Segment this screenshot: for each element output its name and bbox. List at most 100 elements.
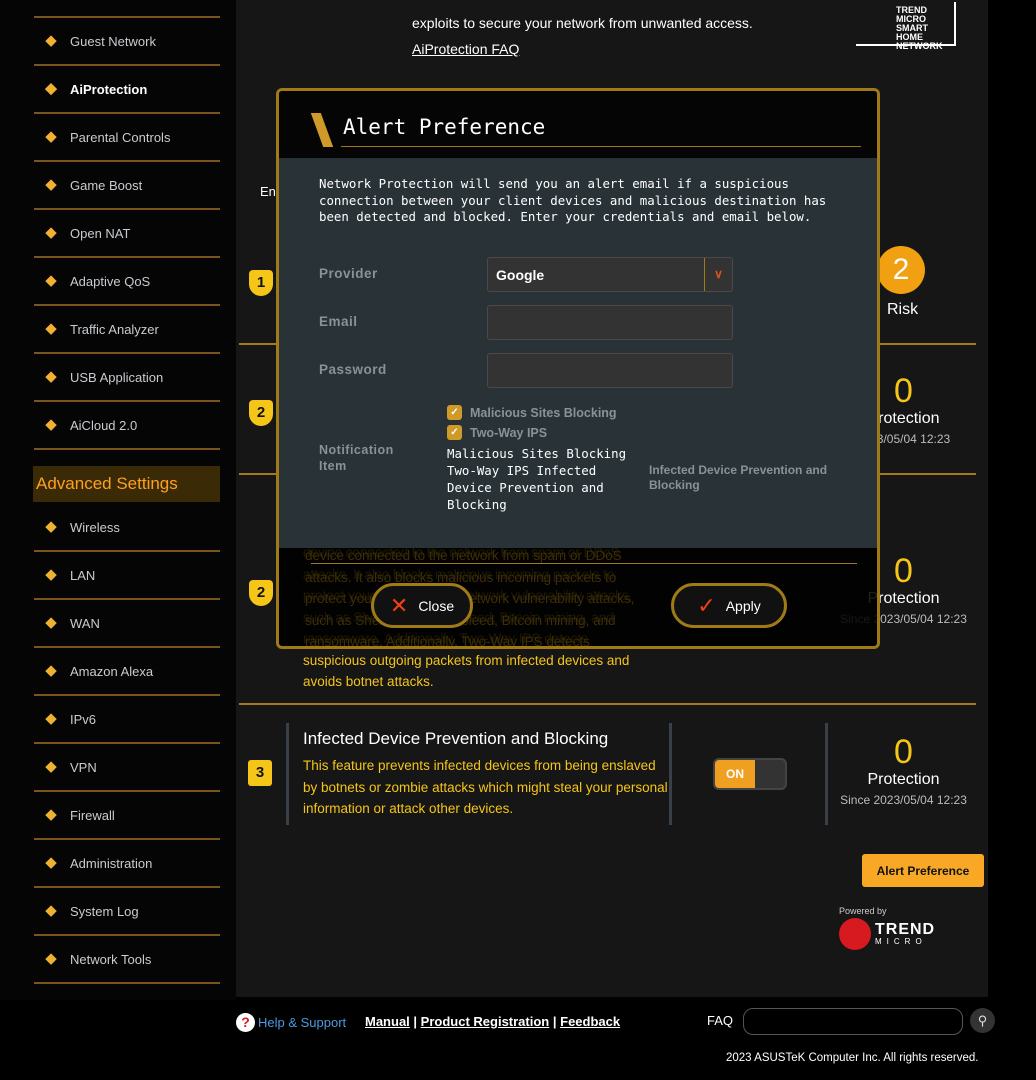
divider — [341, 146, 861, 147]
lan-icon: ◆ — [45, 566, 57, 583]
infected-device-toggle[interactable]: ON — [713, 758, 787, 790]
divider — [669, 723, 672, 825]
help-support-link[interactable]: ? Help & Support — [236, 1013, 346, 1032]
sidebar-item-label: WAN — [70, 615, 100, 631]
sidebar-item-traffic-analyzer[interactable]: ◆ Traffic Analyzer — [34, 306, 220, 354]
trend-smart-home-logo: TREND MICRO SMART HOME NETWORK — [856, 2, 956, 51]
footer-links: Manual | Product Registration | Feedback — [365, 1014, 621, 1029]
sidebar-item-label: Wireless — [70, 519, 120, 535]
sidebar-item-label: IPv6 — [70, 711, 97, 727]
password-label: Password — [319, 362, 387, 377]
risk-count: 2 — [877, 246, 925, 294]
checkbox-checked-icon: ✓ — [447, 405, 462, 420]
sidebar-item-vpn[interactable]: ◆ VPN — [34, 744, 220, 792]
dialog-header: Alert Preference — [279, 91, 877, 158]
stat-count: 0 — [894, 733, 913, 771]
sidebar-item-firewall[interactable]: ◆ Firewall — [34, 792, 220, 840]
gear-icon: ◆ — [45, 854, 57, 871]
checkbox-label: Two-Way IPS — [470, 425, 548, 440]
divider — [239, 703, 976, 705]
checkbox-two-way-ips[interactable]: ✓ Two-Way IPS — [447, 425, 547, 440]
background-line: ransomware. Additionally, Two-Way IPS de… — [305, 634, 590, 649]
sidebar-item-label: Network Tools — [70, 951, 152, 967]
password-field[interactable] — [487, 353, 733, 388]
manual-link[interactable]: Manual — [365, 1014, 410, 1029]
dialog-body: Network Protection will send you an aler… — [279, 158, 877, 548]
log-icon: ◆ — [45, 902, 57, 919]
sidebar-item-wireless[interactable]: ◆ Wireless — [34, 504, 220, 552]
sidebar-item-label: VPN — [70, 759, 97, 775]
provider-label: Provider — [319, 266, 378, 281]
sidebar-item-system-log[interactable]: ◆ System Log — [34, 888, 220, 936]
chevron-down-icon: ∨ — [704, 258, 732, 291]
sidebar-item-guest-network[interactable]: ◆ Guest Network — [34, 18, 220, 66]
wifi-icon: ◆ — [45, 518, 57, 535]
alert-preference-dialog: device connected to the network from spa… — [276, 88, 880, 649]
email-label: Email — [319, 314, 358, 329]
dialog-title: Alert Preference — [343, 115, 546, 139]
risk-label: Risk — [887, 301, 919, 318]
sidebar-item-label: AiMesh — [70, 0, 113, 1]
aiprotection-faq-link[interactable]: AiProtection FAQ — [412, 41, 519, 57]
sidebar-item-aiprotection[interactable]: ◆ AiProtection — [34, 66, 220, 114]
step-badge: 3 — [248, 760, 272, 786]
sidebar-item-label: Game Boost — [70, 177, 143, 193]
sidebar-item-label: AiCloud 2.0 — [70, 417, 138, 433]
provider-value: Google — [496, 266, 545, 283]
trend-micro-logo: TREND MICRO — [839, 918, 935, 950]
sidebar-item-label: Adaptive QoS — [70, 273, 151, 289]
background-line: attacks. It also blocks malicious incomi… — [305, 569, 617, 585]
shield-lock-icon: ◆ — [45, 80, 57, 97]
sidebar-item-adaptive-qos[interactable]: ◆ Adaptive QoS — [34, 258, 220, 306]
close-icon: ✕ — [389, 592, 409, 618]
sidebar-item-wan[interactable]: ◆ WAN — [34, 600, 220, 648]
step-badge: 1 — [249, 270, 273, 296]
fire-icon: ◆ — [45, 806, 57, 823]
close-button[interactable]: ✕ Close — [371, 583, 473, 628]
sidebar-item-aicloud-2-0[interactable]: ◆ AiCloud 2.0 — [34, 402, 220, 450]
sidebar-item-label: Firewall — [70, 807, 115, 823]
sidebar-item-administration[interactable]: ◆ Administration — [34, 840, 220, 888]
help-icon: ? — [236, 1013, 255, 1032]
sidebar-item-ipv6[interactable]: ◆ IPv6 — [34, 696, 220, 744]
checkbox-malicious-sites[interactable]: ✓ Malicious Sites Blocking — [447, 405, 617, 420]
description-line: avoids botnet attacks. — [303, 674, 434, 689]
check-icon: ✓ — [697, 592, 716, 618]
dialog-description: Network Protection will send you an aler… — [319, 176, 827, 224]
sidebar-item-label: Parental Controls — [70, 129, 171, 145]
alert-preference-button[interactable]: Alert Preference — [862, 854, 984, 887]
feature-description: This feature prevents infected devices f… — [303, 758, 668, 816]
stat-since: Since 2023/05/04 12:23 — [840, 793, 967, 807]
cloud-icon: ◆ — [45, 416, 57, 433]
provider-select[interactable]: Google ∨ — [487, 257, 733, 292]
tools-gear-icon: ◆ — [45, 950, 57, 967]
close-label: Close — [418, 597, 455, 614]
sidebar-item-label: Administration — [70, 855, 153, 871]
faq-search-input[interactable] — [743, 1008, 963, 1035]
sidebar-item-network-tools[interactable]: ◆ Network Tools — [34, 936, 220, 984]
intro-text: exploits to secure your network from unw… — [412, 15, 753, 31]
sidebar-item-aimesh[interactable]: ◆ AiMesh — [34, 0, 220, 18]
sidebar-item-label: Guest Network — [70, 33, 156, 49]
powered-by: Powered by — [839, 906, 887, 916]
email-field[interactable] — [487, 305, 733, 340]
feedback-link[interactable]: Feedback — [560, 1014, 620, 1029]
sidebar-item-usb-application[interactable]: ◆ USB Application — [34, 354, 220, 402]
header-accent — [310, 113, 334, 147]
sidebar-item-game-boost[interactable]: ◆ Game Boost — [34, 162, 220, 210]
intro: exploits to secure your network from unw… — [412, 10, 753, 62]
sidebar-item-label: USB Application — [70, 369, 164, 385]
analyzer-icon: ◆ — [45, 320, 57, 337]
sidebar-item-lan[interactable]: ◆ LAN — [34, 552, 220, 600]
product-registration-link[interactable]: Product Registration — [421, 1014, 550, 1029]
sidebar-item-amazon-alexa[interactable]: ◆ Amazon Alexa — [34, 648, 220, 696]
step-badge: 2 — [249, 400, 273, 426]
notification-item-label: Notification Item — [319, 443, 394, 473]
apply-button[interactable]: ✓ Apply — [671, 583, 787, 628]
globe-icon: ◆ — [45, 32, 57, 49]
sidebar-item-open-nat[interactable]: ◆ Open NAT — [34, 210, 220, 258]
mesh-icon: ◆ — [40, 0, 62, 2]
sidebar-item-parental-controls[interactable]: ◆ Parental Controls — [34, 114, 220, 162]
search-icon[interactable]: ⚲ — [970, 1008, 995, 1033]
checkbox-checked-icon: ✓ — [447, 425, 462, 440]
